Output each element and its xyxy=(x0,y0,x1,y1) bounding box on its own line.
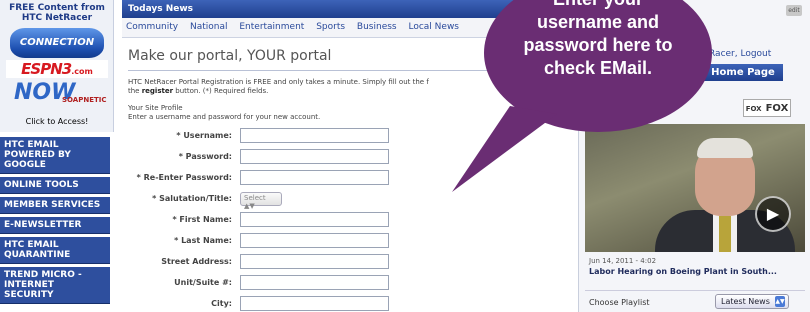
site-profile-heading: Your Site Profile Enter a username and p… xyxy=(128,104,320,122)
free-content-promo[interactable]: FREE Content from HTC NetRacer CONNECTIO… xyxy=(0,0,114,132)
info-pre: the xyxy=(128,87,142,95)
street-field[interactable] xyxy=(240,254,389,269)
first-name-row: * First Name: xyxy=(122,212,522,233)
playlist-select[interactable]: Latest News ▲▼ xyxy=(715,294,789,309)
password-label: * Password: xyxy=(178,152,232,161)
fox-logo-text: FOX xyxy=(765,103,789,114)
registration-info-line2: the register button. (*) Required fields… xyxy=(128,87,458,96)
city-label: City: xyxy=(211,299,232,308)
select-arrow-icon: ▲▼ xyxy=(244,202,255,210)
sidebar-item-e-newsletter[interactable]: E-NEWSLETTER xyxy=(0,217,110,234)
video-figure-tie xyxy=(719,216,731,252)
last-name-label: * Last Name: xyxy=(174,236,232,245)
username-field[interactable] xyxy=(240,128,389,143)
username-label: * Username: xyxy=(176,131,232,140)
nav-sports[interactable]: Sports xyxy=(316,22,345,32)
unit-field[interactable] xyxy=(240,275,389,290)
chevron-updown-icon: ▲▼ xyxy=(775,296,785,307)
site-profile-description: Enter a username and password for your n… xyxy=(128,113,321,121)
salutation-select[interactable]: Select ▲▼ xyxy=(240,192,282,210)
video-date: Jun 14, 2011 - 4:02 xyxy=(589,257,657,265)
first-name-field[interactable] xyxy=(240,212,389,227)
video-caption: Jun 14, 2011 - 4:02 Labor Hearing on Boe… xyxy=(589,257,803,276)
sidebar-menu: HTC EMAIL POWERED BY GOOGLE ONLINE TOOLS… xyxy=(0,137,114,307)
salutation-value: Select xyxy=(244,194,266,202)
first-name-label: * First Name: xyxy=(172,215,232,224)
free-content-heading: FREE Content from HTC NetRacer xyxy=(9,3,105,23)
last-name-row: * Last Name: xyxy=(122,233,522,254)
left-sidebar: FREE Content from HTC NetRacer CONNECTIO… xyxy=(0,0,114,312)
salutation-row: * Salutation/Title: Select ▲▼ xyxy=(122,191,522,212)
sidebar-item-online-tools[interactable]: ONLINE TOOLS xyxy=(0,177,110,194)
callout-line-2: username and xyxy=(536,12,660,32)
callout-line-3: password here to xyxy=(523,35,673,55)
abc-now-logo[interactable]: NOW xyxy=(14,80,75,106)
espn3-logo-suffix: .com xyxy=(71,67,93,76)
nav-community[interactable]: Community xyxy=(126,22,178,32)
callout-line-4: check EMail. xyxy=(543,58,653,78)
espn3-logo-text: ESPN3 xyxy=(21,60,72,78)
edit-button[interactable]: edit xyxy=(786,5,802,16)
play-icon[interactable]: ▶ xyxy=(755,196,791,232)
playlist-label: Choose Playlist xyxy=(589,298,650,307)
info-post: button. (*) Required fields. xyxy=(173,87,269,95)
callout-line-1: Enter your xyxy=(487,0,709,11)
logout-link[interactable]: Racer, Logout xyxy=(709,49,771,59)
video-figure-hair xyxy=(697,138,753,158)
callout-text: Enter your username and password here to… xyxy=(487,0,709,80)
click-to-access-link[interactable]: Click to Access! xyxy=(4,117,110,126)
video-player[interactable]: ▶ xyxy=(585,124,805,252)
last-name-field[interactable] xyxy=(240,233,389,248)
nav-entertainment[interactable]: Entertainment xyxy=(239,22,304,32)
reenter-password-field[interactable] xyxy=(240,170,389,185)
registration-info: HTC NetRacer Portal Registration is FREE… xyxy=(128,78,458,96)
street-label: Street Address: xyxy=(161,257,232,266)
register-link[interactable]: register xyxy=(142,87,173,95)
sidebar-item-member-services[interactable]: MEMBER SERVICES xyxy=(0,197,110,214)
espn3-logo[interactable]: ESPN3.com xyxy=(6,60,108,78)
password-field[interactable] xyxy=(240,149,389,164)
connection-logo[interactable]: CONNECTION xyxy=(10,28,104,58)
sidebar-item-email-quarantine[interactable]: HTC EMAIL QUARANTINE xyxy=(0,237,110,264)
registration-info-line1: HTC NetRacer Portal Registration is FREE… xyxy=(128,78,429,86)
page-title: Make our portal, YOUR portal xyxy=(128,48,332,64)
callout-tail xyxy=(452,106,557,192)
fox-news-logo: FOX FOX xyxy=(743,99,791,117)
fox-small-text: FOX xyxy=(745,105,762,113)
sidebar-item-htc-email-google[interactable]: HTC EMAIL POWERED BY GOOGLE xyxy=(0,137,110,174)
unit-row: Unit/Suite #: xyxy=(122,275,522,296)
nav-national[interactable]: National xyxy=(190,22,228,32)
unit-label: Unit/Suite #: xyxy=(174,278,232,287)
reenter-password-label: * Re-Enter Password: xyxy=(136,173,232,182)
home-page-button[interactable]: Home Page xyxy=(703,64,783,81)
playlist-row: Choose Playlist Latest News ▲▼ xyxy=(585,290,805,312)
city-field[interactable] xyxy=(240,296,389,311)
site-profile-title: Your Site Profile xyxy=(128,104,183,112)
video-title[interactable]: Labor Hearing on Boeing Plant in South..… xyxy=(589,267,803,276)
playlist-value: Latest News xyxy=(721,297,770,306)
street-row: Street Address: xyxy=(122,254,522,275)
nav-local-news[interactable]: Local News xyxy=(408,22,459,32)
nav-business[interactable]: Business xyxy=(357,22,397,32)
soapnet-logo[interactable]: SOAPNETIC xyxy=(62,96,110,104)
sidebar-item-trend-micro[interactable]: TREND MICRO - INTERNET SECURITY xyxy=(0,267,110,304)
salutation-label: * Salutation/Title: xyxy=(152,194,232,203)
city-row: City: xyxy=(122,296,522,312)
